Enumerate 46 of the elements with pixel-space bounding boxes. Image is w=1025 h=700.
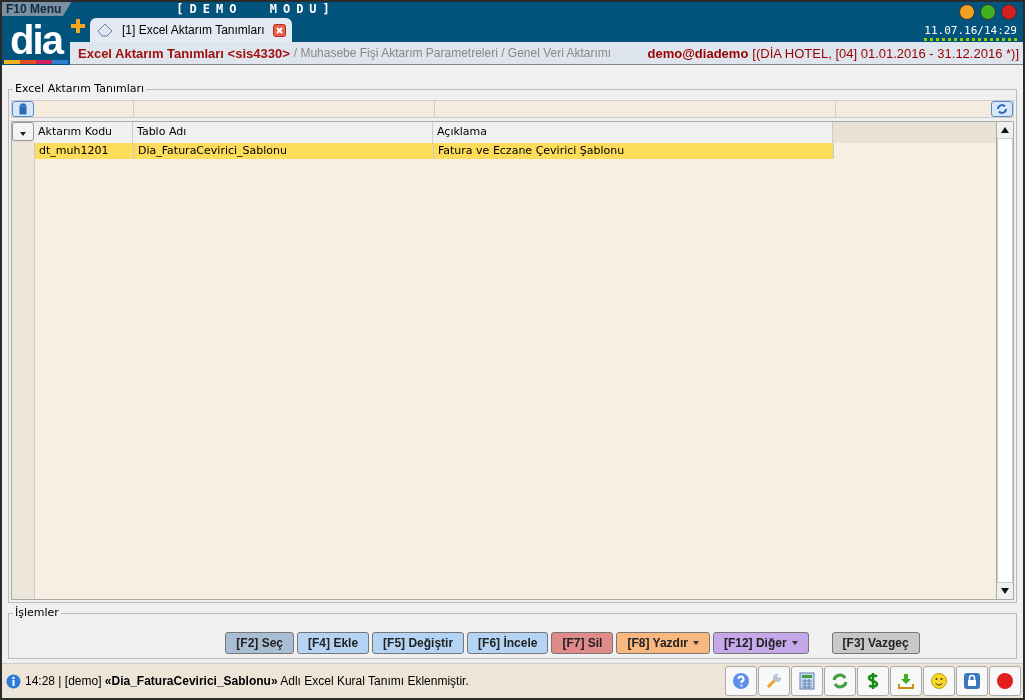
panel-title: İşlemler bbox=[13, 606, 61, 619]
smiley-icon[interactable] bbox=[923, 666, 955, 696]
table-cell: Dia_FaturaCevirici_Sablonu bbox=[134, 143, 434, 159]
table-cell: dt_muh1201 bbox=[35, 143, 134, 159]
add-tab-icon[interactable] bbox=[70, 18, 86, 34]
scroll-up-icon[interactable] bbox=[1001, 127, 1009, 133]
scrollbar[interactable] bbox=[996, 122, 1013, 599]
delete-icon[interactable] bbox=[12, 101, 34, 117]
user-name: demo@diademo bbox=[647, 45, 749, 61]
scroll-down-icon[interactable] bbox=[1001, 588, 1009, 594]
logo: dia bbox=[2, 16, 70, 64]
column-header[interactable]: Tablo Adı bbox=[133, 122, 433, 143]
close-icon[interactable] bbox=[272, 23, 286, 37]
action-button[interactable]: [F5] Değiştir bbox=[372, 632, 465, 654]
calculator-icon[interactable] bbox=[791, 666, 823, 696]
info-icon bbox=[6, 673, 21, 689]
column-header[interactable]: Aktarım Kodu bbox=[34, 122, 133, 143]
dollar-icon[interactable] bbox=[857, 666, 889, 696]
column-header[interactable]: Açıklama bbox=[433, 122, 833, 143]
sync-icon[interactable] bbox=[824, 666, 856, 696]
column-menu-button[interactable] bbox=[12, 122, 34, 141]
action-button[interactable]: [F12] Diğer bbox=[712, 632, 809, 654]
tab[interactable]: [1] Excel Aktarım Tanımları bbox=[90, 18, 292, 42]
breadcrumb-path: / Muhasebe Fişi Aktarım Parametreleri / Genel Veri Aktarımı bbox=[293, 46, 612, 60]
action-button[interactable]: [F6] İncele bbox=[467, 632, 549, 654]
action-button[interactable]: [F4] Ekle bbox=[297, 632, 370, 654]
window-control[interactable] bbox=[1001, 4, 1017, 20]
help-icon[interactable] bbox=[725, 666, 757, 696]
company-period: [(DİA HOTEL, [04] 01.01.2016 - 31.12.2016 *)] bbox=[752, 45, 1019, 61]
caret-icon bbox=[20, 132, 26, 136]
panel-title: Excel Aktarım Tanımları bbox=[13, 82, 147, 95]
breadcrumb-current: Excel Aktarım Tanımları <sis4330> bbox=[78, 45, 290, 61]
window-control[interactable] bbox=[980, 4, 996, 20]
action-button[interactable]: [F8] Yazdır bbox=[616, 632, 710, 654]
menu-button[interactable]: F10 Menu bbox=[2, 2, 72, 16]
refresh-icon[interactable] bbox=[991, 101, 1013, 117]
status-message: 14:28 | [demo] «Dia_FaturaCevirici_Sablonu» Adlı Excel Kural Tanımı Eklenmiştir. bbox=[25, 674, 469, 688]
window-control[interactable] bbox=[959, 4, 975, 20]
action-button[interactable]: [F3] Vazgeç bbox=[831, 632, 920, 654]
mode-label: [DEMO MODU] bbox=[176, 2, 336, 16]
lock-icon[interactable] bbox=[956, 666, 988, 696]
table-cell: Fatura ve Eczane Çevirici Şablonu bbox=[434, 143, 834, 159]
action-button[interactable]: [F2] Seç bbox=[225, 632, 295, 654]
action-button[interactable]: [F7] Sil bbox=[551, 632, 614, 654]
download-icon[interactable] bbox=[890, 666, 922, 696]
stop-icon[interactable] bbox=[989, 666, 1021, 696]
